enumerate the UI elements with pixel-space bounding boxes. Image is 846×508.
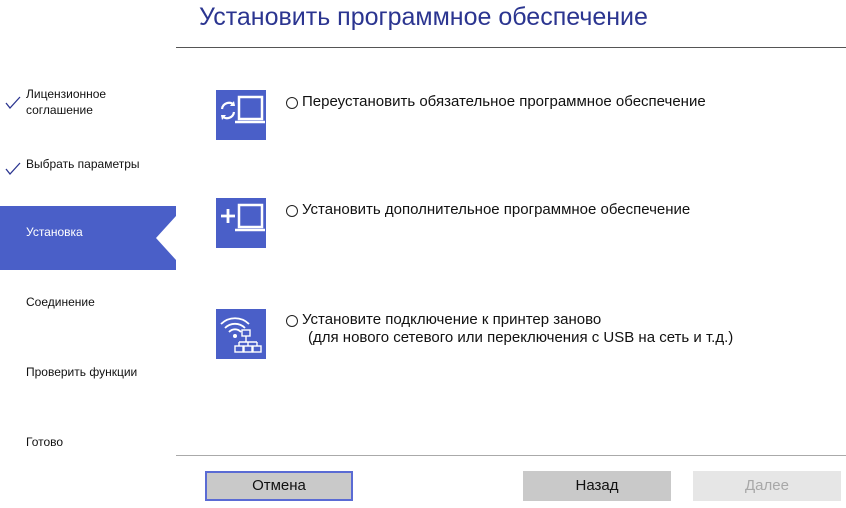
page-title: Установить программное обеспечение — [199, 3, 648, 31]
back-button[interactable]: Назад — [523, 471, 671, 501]
step-done: Готово — [0, 432, 176, 452]
option-label: Переустановить обязательное программное … — [302, 93, 706, 110]
radio-reinstall-required[interactable] — [286, 97, 298, 109]
footer-divider — [176, 455, 846, 456]
step-label: соглашение — [26, 103, 93, 117]
option-label: Установить дополнительное программное об… — [302, 201, 691, 218]
active-step-pointer — [156, 216, 176, 260]
step-label: Установка — [26, 225, 83, 239]
step-check-functions: Проверить функции — [0, 362, 176, 382]
step-label: Проверить функции — [26, 365, 138, 379]
wifi-network-icon — [216, 309, 266, 359]
title-divider — [176, 47, 846, 48]
option-reconnect-printer[interactable]: Установите подключение к принтер заново … — [216, 309, 836, 365]
option-label: Установите подключение к принтер заново — [302, 311, 602, 328]
cancel-button[interactable]: Отмена — [205, 471, 353, 501]
step-label: Лицензионное — [26, 87, 107, 101]
step-license-agreement: Лицензионное соглашение — [0, 84, 176, 120]
step-label: Выбрать параметры — [26, 157, 140, 171]
step-connection: Соединение — [0, 292, 176, 312]
next-button-disabled[interactable]: Далее — [693, 471, 841, 501]
step-label: Соединение — [26, 295, 95, 309]
wizard-steps-sidebar: Лицензионное соглашение Выбрать параметр… — [0, 70, 176, 470]
step-select-options: Выбрать параметры — [0, 154, 176, 178]
step-label: Готово — [26, 435, 64, 449]
reinstall-computer-icon — [216, 90, 266, 140]
add-software-computer-icon — [216, 198, 266, 248]
radio-install-additional[interactable] — [286, 205, 298, 217]
checkmark-icon — [5, 162, 21, 176]
radio-reconnect-printer[interactable] — [286, 315, 298, 327]
option-sublabel: (для нового сетевого или переключения с … — [308, 329, 734, 346]
option-install-additional[interactable]: Установить дополнительное программное об… — [216, 198, 836, 250]
step-installation-active: Установка — [0, 206, 176, 270]
checkmark-icon — [5, 96, 21, 110]
option-reinstall-required[interactable]: Переустановить обязательное программное … — [216, 90, 836, 142]
